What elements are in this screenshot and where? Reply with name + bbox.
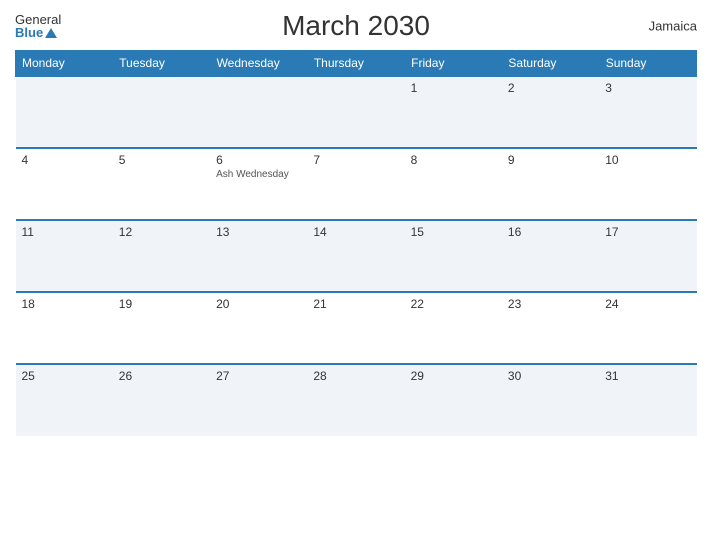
day-number: 28: [313, 369, 398, 383]
calendar-day-cell: [16, 76, 113, 148]
day-number: 9: [508, 153, 593, 167]
header-tuesday: Tuesday: [113, 51, 210, 77]
day-number: 15: [411, 225, 496, 239]
day-number: 8: [411, 153, 496, 167]
calendar-day-cell: 13: [210, 220, 307, 292]
calendar-day-cell: 11: [16, 220, 113, 292]
calendar-day-cell: 25: [16, 364, 113, 436]
calendar-day-cell: 21: [307, 292, 404, 364]
day-number: 2: [508, 81, 593, 95]
calendar-day-cell: 16: [502, 220, 599, 292]
day-number: 17: [605, 225, 690, 239]
calendar-day-cell: 10: [599, 148, 696, 220]
day-number: 10: [605, 153, 690, 167]
calendar-day-cell: 3: [599, 76, 696, 148]
header-thursday: Thursday: [307, 51, 404, 77]
calendar-day-cell: [113, 76, 210, 148]
calendar-day-cell: 12: [113, 220, 210, 292]
header-friday: Friday: [405, 51, 502, 77]
logo-blue-text: Blue: [15, 26, 61, 39]
day-number: 31: [605, 369, 690, 383]
day-number: 30: [508, 369, 593, 383]
event-label: Ash Wednesday: [216, 169, 301, 180]
calendar-day-cell: 9: [502, 148, 599, 220]
day-number: 16: [508, 225, 593, 239]
calendar-week-row: 11 12 13 14 15 16 17: [16, 220, 697, 292]
calendar-day-cell: 15: [405, 220, 502, 292]
calendar-week-row: 25 26 27 28 29 30 31: [16, 364, 697, 436]
calendar-day-cell: [307, 76, 404, 148]
calendar-day-cell: 2: [502, 76, 599, 148]
day-number: 11: [22, 225, 107, 239]
calendar-day-cell: 30: [502, 364, 599, 436]
day-number: 23: [508, 297, 593, 311]
day-number: 26: [119, 369, 204, 383]
calendar-container: General Blue March 2030 Jamaica Monday T…: [0, 0, 712, 550]
header-sunday: Sunday: [599, 51, 696, 77]
calendar-day-cell: 20: [210, 292, 307, 364]
day-number: 1: [411, 81, 496, 95]
calendar-day-cell: 7: [307, 148, 404, 220]
day-number: 22: [411, 297, 496, 311]
header-monday: Monday: [16, 51, 113, 77]
day-number: 29: [411, 369, 496, 383]
calendar-day-cell: 14: [307, 220, 404, 292]
day-number: 19: [119, 297, 204, 311]
day-number: 14: [313, 225, 398, 239]
calendar-day-cell: 28: [307, 364, 404, 436]
day-number: 7: [313, 153, 398, 167]
day-number: 25: [22, 369, 107, 383]
day-number: 24: [605, 297, 690, 311]
calendar-day-cell: 4: [16, 148, 113, 220]
day-number: 20: [216, 297, 301, 311]
calendar-header: General Blue March 2030 Jamaica: [15, 10, 697, 42]
calendar-day-cell: 6 Ash Wednesday: [210, 148, 307, 220]
calendar-table: Monday Tuesday Wednesday Thursday Friday…: [15, 50, 697, 436]
day-number: 6: [216, 153, 301, 167]
calendar-title: March 2030: [282, 10, 430, 42]
header-wednesday: Wednesday: [210, 51, 307, 77]
day-number: 21: [313, 297, 398, 311]
calendar-day-cell: 18: [16, 292, 113, 364]
calendar-day-cell: 22: [405, 292, 502, 364]
day-number: 18: [22, 297, 107, 311]
day-number: 3: [605, 81, 690, 95]
day-number: 5: [119, 153, 204, 167]
day-number: 27: [216, 369, 301, 383]
calendar-day-cell: 8: [405, 148, 502, 220]
logo-triangle-icon: [45, 28, 57, 38]
calendar-day-cell: 17: [599, 220, 696, 292]
calendar-day-cell: 27: [210, 364, 307, 436]
day-number: 12: [119, 225, 204, 239]
calendar-day-cell: 29: [405, 364, 502, 436]
logo: General Blue: [15, 13, 61, 39]
calendar-day-cell: 23: [502, 292, 599, 364]
header-saturday: Saturday: [502, 51, 599, 77]
calendar-day-cell: 1: [405, 76, 502, 148]
calendar-day-cell: 24: [599, 292, 696, 364]
country-label: Jamaica: [649, 19, 697, 34]
calendar-day-cell: [210, 76, 307, 148]
calendar-day-cell: 5: [113, 148, 210, 220]
calendar-day-cell: 26: [113, 364, 210, 436]
day-number: 13: [216, 225, 301, 239]
day-number: 4: [22, 153, 107, 167]
calendar-week-row: 456 Ash Wednesday 789 10: [16, 148, 697, 220]
calendar-day-cell: 19: [113, 292, 210, 364]
calendar-week-row: 123: [16, 76, 697, 148]
weekday-header-row: Monday Tuesday Wednesday Thursday Friday…: [16, 51, 697, 77]
calendar-day-cell: 31: [599, 364, 696, 436]
calendar-week-row: 18 19 20 21 22 23 24: [16, 292, 697, 364]
